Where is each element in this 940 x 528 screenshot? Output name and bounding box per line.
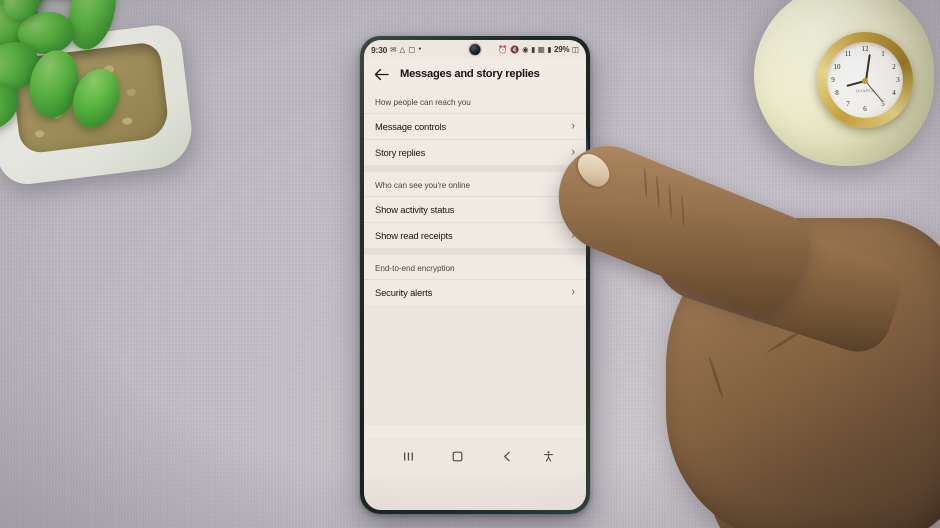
phone-screen[interactable]: 9:30 ✉ △ ▢ ● ⏰ 🔇 ◉ ▮ ▦ ▮ 29% ◫ Messages …: [364, 40, 586, 510]
chevron-right-icon: ›: [571, 145, 575, 159]
battery-percent-label: 29%: [553, 45, 570, 54]
signal-icon: ▮: [531, 44, 536, 54]
chevron-right-icon: ›: [571, 228, 575, 242]
chevron-right-icon: ›: [571, 119, 575, 133]
alarm-icon: ⏰: [498, 44, 508, 54]
app-bar: Messages and story replies: [364, 59, 586, 89]
clock-bezel: 12 1 2 3 4 5 6 7 8 9 10 11 QUARTZ: [817, 32, 913, 128]
home-icon[interactable]: [433, 450, 482, 463]
list-item-story-replies[interactable]: Story replies ›: [364, 139, 586, 165]
chevron-right-icon: ›: [571, 285, 575, 299]
status-bar-left: 9:30 ✉ △ ▢ ●: [371, 45, 421, 55]
clock-numeral: 1: [881, 50, 885, 58]
list-item-label: Show read receipts: [375, 230, 453, 241]
status-bar-right: ⏰ 🔇 ◉ ▮ ▦ ▮ 29% ◫: [498, 45, 579, 54]
recents-icon[interactable]: [384, 450, 433, 463]
section-header: How people can reach you: [375, 98, 471, 107]
nav-back-icon[interactable]: [483, 450, 532, 463]
list-item-label: Story replies: [375, 147, 426, 158]
drive-icon: △: [399, 44, 406, 54]
messenger-icon: ✉: [390, 44, 397, 54]
section-how-people-can-reach-you: How people can reach you Message control…: [364, 89, 586, 165]
system-navigation-bar: [364, 438, 586, 474]
human-hand-pointing: [541, 131, 940, 528]
front-camera-punch-hole: [469, 44, 481, 55]
gravel-stone: [34, 129, 45, 138]
gravel-stone: [126, 88, 137, 97]
hand-crease: [707, 356, 725, 399]
finger-crease: [655, 175, 661, 208]
section-who-can-see-youre-online: Who can see you're online Show activity …: [364, 172, 586, 248]
clock-brand-text: QUARTZ: [855, 88, 875, 93]
smartphone: 9:30 ✉ △ ▢ ● ⏰ 🔇 ◉ ▮ ▦ ▮ 29% ◫ Messages …: [360, 36, 590, 514]
list-item-label: Message controls: [375, 121, 447, 132]
section-header: Who can see you're online: [375, 181, 470, 190]
clock-numeral: 7: [846, 100, 850, 108]
list-item-security-alerts[interactable]: Security alerts ›: [364, 279, 586, 305]
accessibility-icon[interactable]: [532, 450, 566, 463]
clock-numeral: 3: [896, 76, 900, 84]
potted-succulent-plant: [0, 0, 206, 188]
chevron-right-icon: ›: [571, 202, 575, 216]
finger-crease: [680, 194, 685, 227]
clock-numeral: 6: [863, 105, 867, 113]
mute-icon: 🔇: [510, 44, 520, 54]
wifi-icon: ◉: [522, 44, 529, 54]
hand-crease: [739, 283, 805, 329]
battery-icon: ◫: [571, 44, 579, 54]
hand-thumb-base: [708, 378, 918, 528]
back-arrow-icon[interactable]: [374, 67, 389, 82]
clock-numeral: 12: [861, 45, 869, 53]
status-time: 9:30: [371, 44, 388, 55]
instagram-icon: ▢: [408, 44, 416, 54]
empty-list-area: [364, 305, 586, 425]
clock-face: 12 1 2 3 4 5 6 7 8 9 10 11 QUARTZ: [827, 42, 903, 118]
finger-crease: [643, 167, 648, 198]
hand-crease: [765, 320, 817, 355]
status-bar: 9:30 ✉ △ ▢ ● ⏰ 🔇 ◉ ▮ ▦ ▮ 29% ◫: [364, 40, 586, 59]
clock-numeral: 9: [831, 76, 835, 84]
clock-center-cap: [862, 78, 868, 84]
finger-crease: [668, 184, 673, 219]
hand-middle-finger: [641, 191, 909, 361]
hand-shadow: [634, 224, 940, 528]
clock-numeral: 2: [892, 63, 896, 71]
settings-list: How people can reach you Message control…: [364, 89, 586, 474]
section-divider: [364, 248, 586, 255]
clock-numeral: 11: [844, 50, 852, 58]
dot-icon: ●: [418, 46, 422, 52]
signal2-icon: ▮: [547, 44, 552, 54]
gravel-stone: [121, 116, 133, 126]
clock-numeral: 10: [833, 63, 841, 71]
list-item-label: Security alerts: [375, 287, 433, 298]
list-item-show-activity-status[interactable]: Show activity status ›: [364, 196, 586, 222]
dual-sim-icon: ▦: [537, 44, 545, 54]
scene: 12 1 2 3 4 5 6 7 8 9 10 11 QUARTZ 9:30 ✉…: [0, 0, 940, 528]
list-item-message-controls[interactable]: Message controls ›: [364, 113, 586, 139]
page-title: Messages and story replies: [400, 68, 540, 80]
section-header: End-to-end encryption: [375, 264, 455, 273]
list-item-label: Show activity status: [375, 204, 455, 215]
section-divider: [364, 165, 586, 172]
hand-knuckles: [666, 218, 940, 528]
list-item-show-read-receipts[interactable]: Show read receipts ›: [364, 222, 586, 248]
apple-shaped-clock: 12 1 2 3 4 5 6 7 8 9 10 11 QUARTZ: [748, 0, 940, 176]
section-end-to-end-encryption: End-to-end encryption Security alerts ›: [364, 255, 586, 305]
